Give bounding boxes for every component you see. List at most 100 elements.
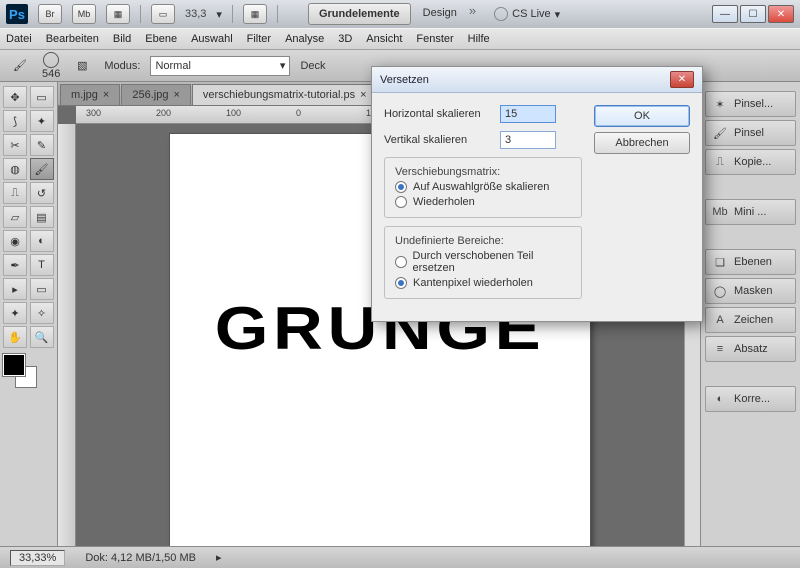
panel-kopierquelle[interactable]: ⎍Kopie...: [705, 149, 796, 175]
arrange-button[interactable]: ▦: [243, 4, 267, 24]
tab-close-icon[interactable]: ×: [173, 89, 179, 101]
layers-icon: ❏: [712, 255, 728, 269]
wand-tool[interactable]: ✦: [30, 110, 54, 132]
menubar: Datei Bearbeiten Bild Ebene Auswahl Filt…: [0, 28, 800, 50]
opacity-label: Deck: [300, 60, 325, 72]
move-tool[interactable]: ✥: [3, 86, 27, 108]
tab-close-icon[interactable]: ×: [360, 89, 366, 101]
history-brush-tool[interactable]: ↺: [30, 182, 54, 204]
brush-panel-toggle[interactable]: ▧: [70, 54, 94, 78]
panel-pinselvorgaben[interactable]: ✶Pinsel...: [705, 91, 796, 117]
tab-label: m.jpg: [71, 89, 98, 101]
menu-datei[interactable]: Datei: [6, 33, 32, 45]
minimize-button[interactable]: —: [712, 5, 738, 23]
document-tab[interactable]: verschiebungsmatrix-tutorial.ps ×: [192, 84, 378, 105]
workspace-more-icon[interactable]: »: [469, 3, 476, 25]
healing-tool[interactable]: ◍: [3, 158, 27, 180]
panel-absatz[interactable]: ≡Absatz: [705, 336, 796, 362]
crop-tool[interactable]: ✂: [3, 134, 27, 156]
eraser-tool[interactable]: ▱: [3, 206, 27, 228]
menu-auswahl[interactable]: Auswahl: [191, 33, 233, 45]
pen-tool[interactable]: ✒: [3, 254, 27, 276]
radio-tile[interactable]: Wiederholen: [395, 196, 571, 208]
group-title: Undefinierte Bereiche:: [392, 235, 571, 247]
cancel-button[interactable]: Abbrechen: [594, 132, 690, 154]
marquee-tool[interactable]: ▭: [30, 86, 54, 108]
workspace-tab-design[interactable]: Design: [413, 3, 467, 25]
vertical-scale-label: Vertikal skalieren: [384, 134, 494, 146]
lasso-tool[interactable]: ⟆: [3, 110, 27, 132]
cslive-button[interactable]: CS Live ▾: [494, 7, 560, 21]
radio-scale-to-selection[interactable]: Auf Auswahlgröße skalieren: [395, 181, 571, 193]
document-tab[interactable]: 256.jpg×: [121, 84, 191, 105]
menu-bild[interactable]: Bild: [113, 33, 131, 45]
dialog-close-button[interactable]: ✕: [670, 71, 694, 88]
blur-tool[interactable]: ◉: [3, 230, 27, 252]
menu-hilfe[interactable]: Hilfe: [468, 33, 490, 45]
status-document-size[interactable]: Dok: 4,12 MB/1,50 MB: [85, 552, 196, 564]
radio-icon: [395, 181, 407, 193]
panel-masken[interactable]: ◯Masken: [705, 278, 796, 304]
path-select-tool[interactable]: ▸: [3, 278, 27, 300]
minibridge-button[interactable]: Mb: [72, 4, 96, 24]
chevron-down-icon: ▾: [280, 59, 286, 72]
menu-3d[interactable]: 3D: [338, 33, 352, 45]
versetzen-dialog: Versetzen ✕ Horizontal skalieren Vertika…: [371, 66, 703, 322]
radio-repeat-edge[interactable]: Kantenpixel wiederholen: [395, 277, 571, 289]
panel-ebenen[interactable]: ❏Ebenen: [705, 249, 796, 275]
tab-close-icon[interactable]: ×: [103, 89, 109, 101]
panel-pinsel[interactable]: 🖌Pinsel: [705, 120, 796, 146]
menu-filter[interactable]: Filter: [247, 33, 271, 45]
document-tab[interactable]: m.jpg ×: [60, 84, 120, 105]
type-tool[interactable]: T: [30, 254, 54, 276]
3d-camera-tool[interactable]: ✧: [30, 302, 54, 324]
panel-korrekturen[interactable]: ◐Korre...: [705, 386, 796, 412]
radio-wrap-around[interactable]: Durch verschobenen Teil ersetzen: [395, 250, 571, 274]
screenmode-button[interactable]: ▦: [106, 4, 130, 24]
bridge-button[interactable]: Br: [38, 4, 62, 24]
panel-zeichen[interactable]: AZeichen: [705, 307, 796, 333]
tab-label: verschiebungsmatrix-tutorial.ps: [203, 89, 355, 101]
menu-bearbeiten[interactable]: Bearbeiten: [46, 33, 99, 45]
zoom-dropdown-icon[interactable]: ▾: [216, 8, 222, 21]
brush-size-label: 546: [42, 68, 60, 80]
zoom-tool[interactable]: 🔍: [30, 326, 54, 348]
app-logo: Ps: [6, 4, 28, 24]
3d-tool[interactable]: ✦: [3, 302, 27, 324]
dialog-title: Versetzen: [380, 74, 429, 86]
menu-fenster[interactable]: Fenster: [416, 33, 453, 45]
stamp-tool[interactable]: ⎍: [3, 182, 27, 204]
menu-ansicht[interactable]: Ansicht: [366, 33, 402, 45]
hand-tool[interactable]: ✋: [3, 326, 27, 348]
cslive-icon: [494, 7, 508, 21]
menu-ebene[interactable]: Ebene: [145, 33, 177, 45]
dodge-tool[interactable]: ◐: [30, 230, 54, 252]
brush-icon: ✶: [712, 97, 728, 111]
panel-minibridge[interactable]: MbMini ...: [705, 199, 796, 225]
menu-analyse[interactable]: Analyse: [285, 33, 324, 45]
maximize-button[interactable]: ☐: [740, 5, 766, 23]
gradient-tool[interactable]: ▤: [30, 206, 54, 228]
modus-label: Modus:: [104, 60, 140, 72]
blend-mode-select[interactable]: Normal ▾: [150, 56, 290, 76]
eyedropper-tool[interactable]: ✎: [30, 134, 54, 156]
zoom-level[interactable]: 33,3: [185, 8, 206, 20]
displacement-map-group: Verschiebungsmatrix: Auf Auswahlgröße sk…: [384, 157, 582, 218]
ok-button[interactable]: OK: [594, 105, 690, 127]
brush-tool[interactable]: 🖌: [30, 158, 54, 180]
vertical-scale-input[interactable]: [500, 131, 556, 149]
horizontal-scale-input[interactable]: [500, 105, 556, 123]
chevron-down-icon: ▾: [555, 8, 561, 21]
workspace-tab-grundelemente[interactable]: Grundelemente: [308, 3, 411, 25]
foreground-color[interactable]: [3, 354, 25, 376]
brush-preset[interactable]: 546: [42, 52, 60, 80]
statusbar: 33,33% Dok: 4,12 MB/1,50 MB ▸: [0, 546, 800, 568]
status-menu-icon[interactable]: ▸: [216, 551, 222, 564]
status-zoom[interactable]: 33,33%: [10, 550, 65, 566]
view-extras-button[interactable]: ▭: [151, 4, 175, 24]
dialog-titlebar[interactable]: Versetzen ✕: [372, 67, 702, 93]
color-swatches[interactable]: [3, 354, 43, 394]
tool-preset-icon[interactable]: 🖌: [8, 54, 32, 78]
close-button[interactable]: ✕: [768, 5, 794, 23]
shape-tool[interactable]: ▭: [30, 278, 54, 300]
